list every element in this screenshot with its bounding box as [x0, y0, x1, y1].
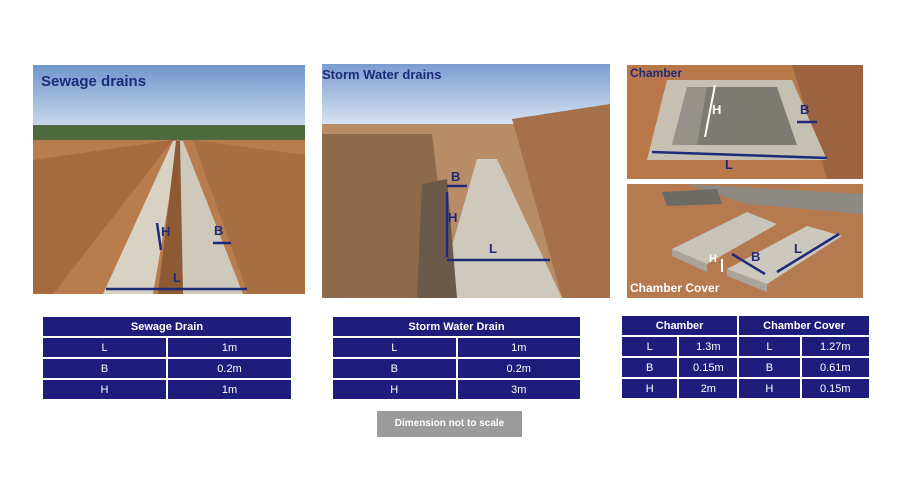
storm-b-label: B [451, 169, 461, 184]
storm-drain-photo: Storm Water drains B H L [322, 64, 610, 298]
dimension-value: 1m [168, 338, 291, 357]
dimension-name: B [622, 358, 678, 377]
table-row: L 1.3m L 1.27m [622, 337, 869, 356]
storm-h-label: H [448, 210, 458, 225]
dimension-name: L [333, 338, 456, 357]
chamber-photo: Chamber H B L [627, 65, 863, 179]
table-header-row: Chamber Chamber Cover [622, 316, 869, 335]
storm-dimension-arrows [445, 184, 550, 262]
dimension-name: H [43, 380, 166, 399]
scale-note: Dimension not to scale [377, 411, 522, 437]
table-row: B 0.2m [333, 359, 580, 378]
sewage-drain-photo: Sewage drains H B L [33, 65, 305, 294]
table-row: B 0.15m B 0.61m [622, 358, 869, 377]
dimension-value: 1m [457, 338, 580, 357]
cover-value: 1.27m [801, 337, 869, 356]
table-header-row: Sewage Drain [43, 317, 291, 336]
dimension-name: B [43, 359, 166, 378]
table-header-row: Storm Water Drain [333, 317, 580, 336]
table-row: B 0.2m [43, 359, 291, 378]
sewage-b-label: B [214, 223, 224, 238]
dimension-name: L [622, 337, 678, 356]
sewage-h-label: H [161, 224, 171, 239]
chamber-h-label: H [712, 102, 722, 117]
sewage-drain-table-header: Sewage Drain [43, 317, 291, 336]
dimension-name: B [739, 358, 800, 377]
table-row: H 3m [333, 380, 580, 399]
chamber-cover-table-header: Chamber Cover [739, 316, 869, 335]
storm-l-label: L [489, 241, 497, 256]
chamber-l-label: L [725, 157, 733, 172]
sewage-dimension-arrows [106, 222, 247, 291]
dimension-name: B [333, 359, 456, 378]
chamber-value: 1.3m [679, 337, 738, 356]
cover-b-label: B [751, 249, 761, 264]
chamber-table: Chamber Chamber Cover L 1.3m L 1.27m B 0… [620, 314, 871, 400]
table-row: L 1m [43, 338, 291, 357]
cover-l-label: L [794, 241, 802, 256]
sewage-drain-table: Sewage Drain L 1m B 0.2m H 1m [41, 315, 293, 401]
chamber-b-label: B [800, 102, 810, 117]
storm-water-drain-table: Storm Water Drain L 1m B 0.2m H 3m [331, 315, 582, 401]
dimension-value: 1m [168, 380, 291, 399]
dimension-value: 3m [457, 380, 580, 399]
chamber-cover-dimension-arrows [721, 232, 840, 276]
dimension-name: H [622, 379, 678, 398]
chamber-value: 2m [679, 379, 738, 398]
storm-water-drain-table-header: Storm Water Drain [333, 317, 580, 336]
table-row: H 2m H 0.15m [622, 379, 869, 398]
table-row: H 1m [43, 380, 291, 399]
cover-value: 0.15m [801, 379, 869, 398]
chamber-value: 0.15m [679, 358, 738, 377]
chamber-dimension-arrows [651, 84, 828, 160]
dimension-name: L [739, 337, 800, 356]
dimension-value: 0.2m [457, 359, 580, 378]
cover-h-label: H [709, 253, 717, 265]
dimension-value: 0.2m [168, 359, 291, 378]
dimension-name: H [333, 380, 456, 399]
table-row: L 1m [333, 338, 580, 357]
chamber-table-header: Chamber [622, 316, 738, 335]
cover-value: 0.61m [801, 358, 869, 377]
dimension-name: L [43, 338, 166, 357]
dimension-name: H [739, 379, 800, 398]
sewage-l-label: L [173, 270, 181, 285]
chamber-cover-photo: Chamber Cover H B L [627, 184, 863, 298]
